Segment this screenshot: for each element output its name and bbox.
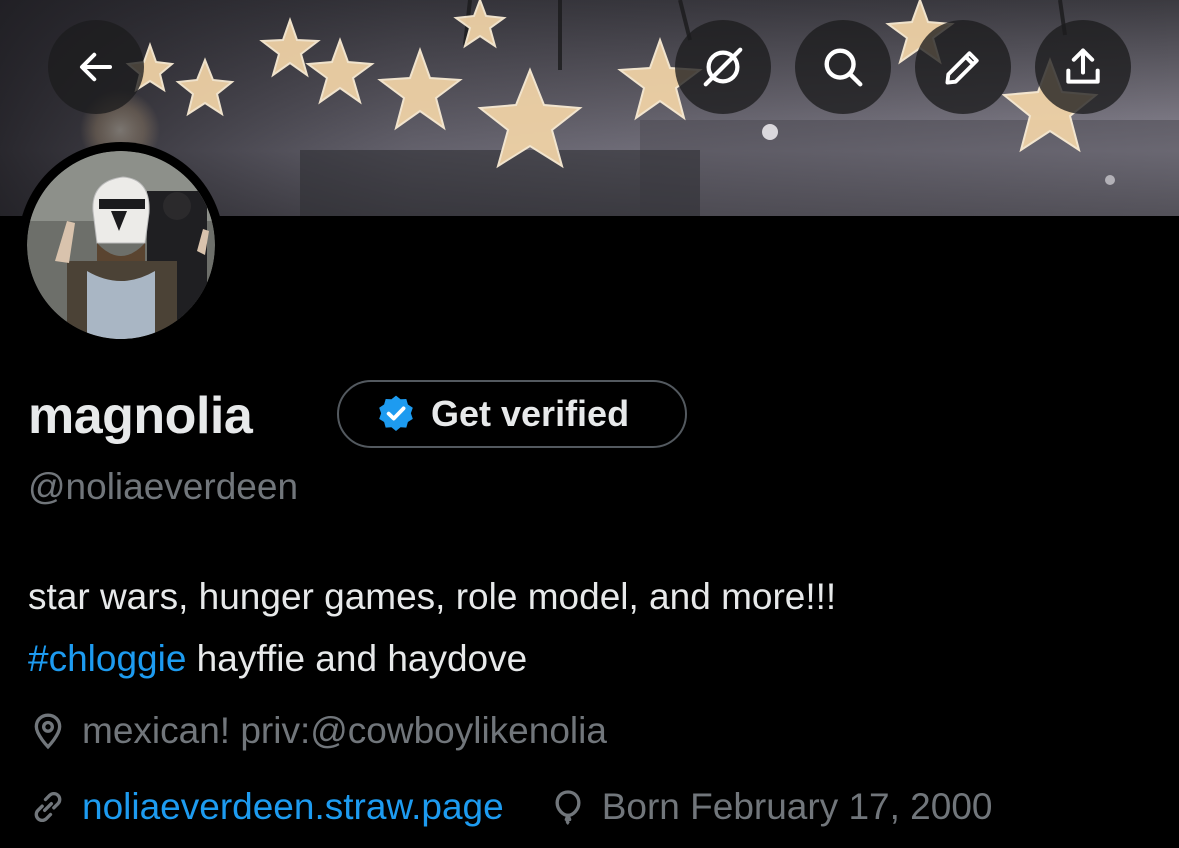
bio-line-1: star wars, hunger games, role model, and… <box>28 576 837 617</box>
share-button[interactable] <box>1035 20 1131 114</box>
pencil-icon <box>945 51 979 85</box>
search-button[interactable] <box>795 20 891 114</box>
get-verified-label: Get verified <box>431 393 630 434</box>
bio: star wars, hunger games, role model, and… <box>28 566 1148 690</box>
birthday-text: Born February 17, 2000 <box>601 786 993 827</box>
grok-icon <box>703 47 743 87</box>
avatar-image <box>27 151 215 339</box>
link-icon <box>34 792 62 822</box>
website-birthday-row: noliaeverdeen.straw.page Born February 1… <box>28 786 993 828</box>
search-icon <box>824 48 863 87</box>
bio-line-2-text: hayffie and haydove <box>186 638 528 679</box>
avatar[interactable] <box>18 142 224 348</box>
bio-hashtag-link[interactable]: #chloggie <box>28 638 186 679</box>
arrow-left-icon <box>79 52 113 82</box>
back-button[interactable] <box>48 20 144 114</box>
share-icon <box>1066 48 1100 84</box>
bio-line-2: #chloggie hayffie and haydove <box>28 628 1148 690</box>
balloon-icon <box>555 790 581 826</box>
grok-button[interactable] <box>675 20 771 114</box>
location-row: mexican! priv:@cowboylikenolia <box>28 710 607 752</box>
location-text: mexican! priv:@cowboylikenolia <box>82 710 607 751</box>
display-name: magnolia <box>28 387 253 445</box>
website-link[interactable]: noliaeverdeen.straw.page <box>82 786 504 828</box>
user-handle: @noliaeverdeen <box>28 466 299 507</box>
edit-button[interactable] <box>915 20 1011 114</box>
location-pin-icon <box>34 713 62 750</box>
get-verified-button[interactable]: Get verified <box>337 380 687 448</box>
verified-badge-icon <box>375 393 417 435</box>
